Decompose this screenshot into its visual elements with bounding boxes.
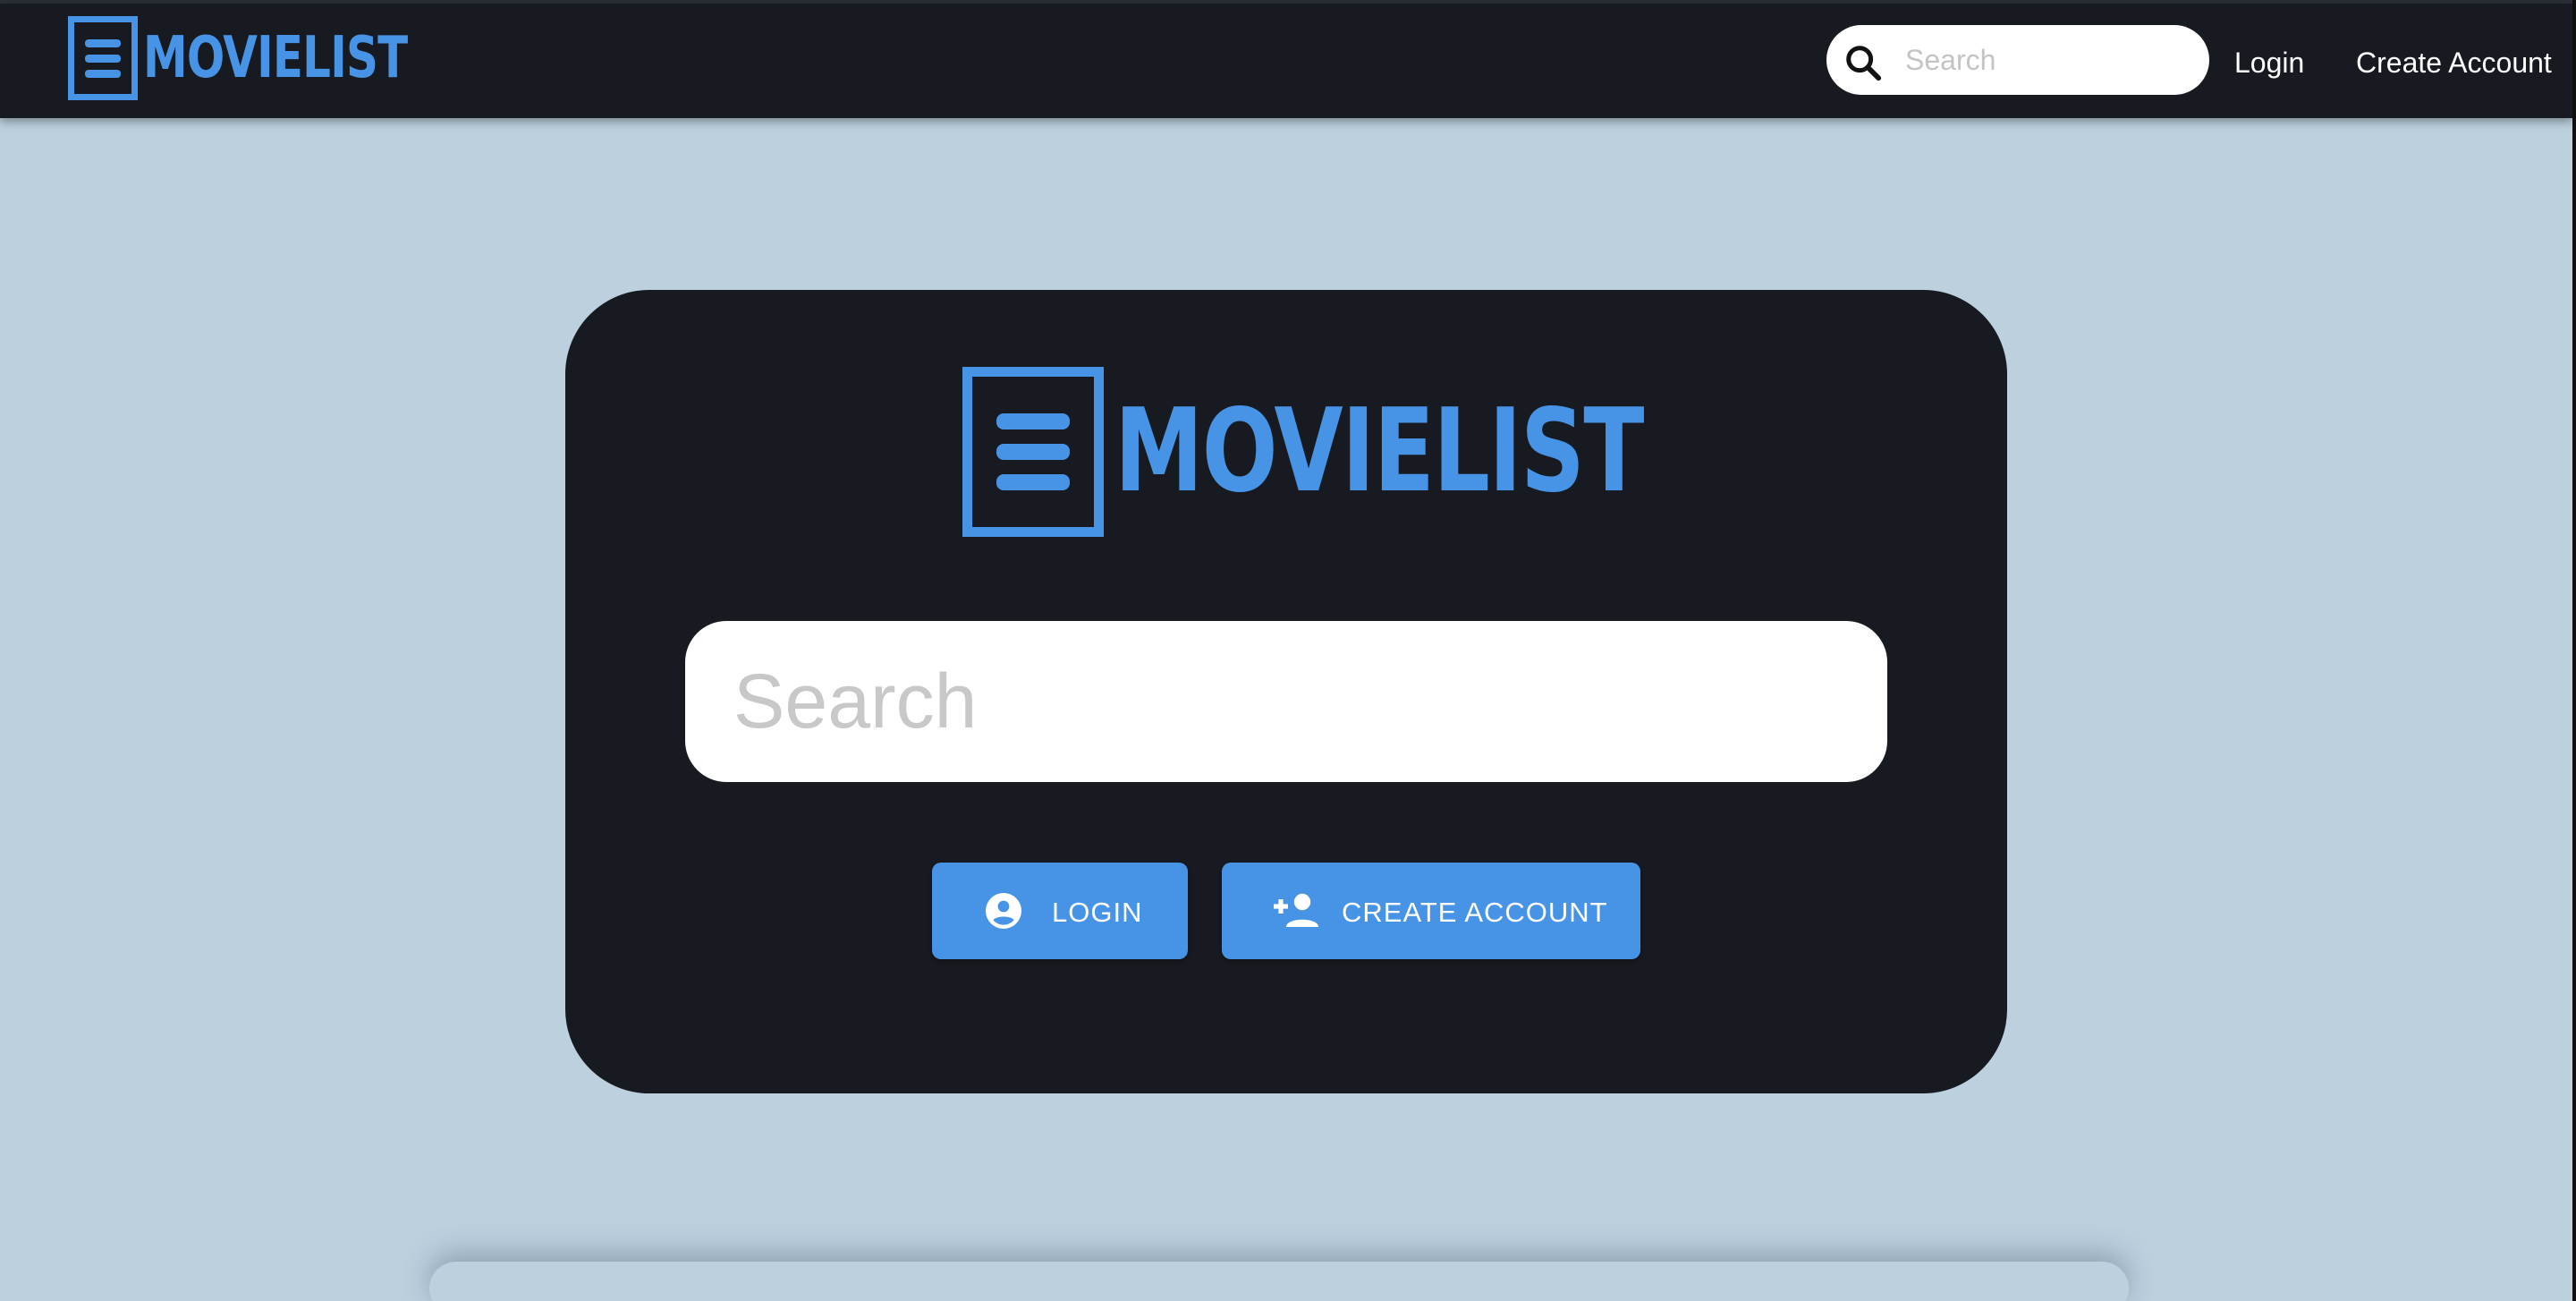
hero-card: MOVIELIST LOGIN CREATE ACCOUNT bbox=[565, 290, 2007, 1093]
navbar-logo-text: MOVIELIST bbox=[143, 25, 408, 91]
login-button[interactable]: LOGIN bbox=[932, 863, 1188, 959]
hero-logo: MOVIELIST bbox=[962, 367, 1792, 537]
list-box-icon bbox=[68, 16, 138, 100]
search-icon[interactable] bbox=[1843, 42, 1884, 83]
hero-search-box bbox=[685, 621, 1887, 782]
navbar-search-input[interactable] bbox=[1905, 38, 2191, 82]
next-section-edge bbox=[429, 1262, 2129, 1301]
hero-search-input[interactable] bbox=[733, 657, 1843, 746]
create-account-button-label: CREATE ACCOUNT bbox=[1342, 897, 1608, 928]
navbar-login-link[interactable]: Login bbox=[2234, 47, 2304, 80]
navbar-search-box bbox=[1826, 25, 2209, 95]
top-navbar: MOVIELIST Login Create Account bbox=[0, 4, 2572, 118]
account-circle-icon bbox=[986, 893, 1021, 929]
list-box-icon bbox=[962, 367, 1104, 537]
navbar-create-account-link[interactable]: Create Account bbox=[2356, 47, 2552, 80]
person-add-icon bbox=[1274, 893, 1318, 927]
hero-logo-text: MOVIELIST bbox=[1114, 385, 1644, 518]
create-account-button[interactable]: CREATE ACCOUNT bbox=[1222, 863, 1640, 959]
login-button-label: LOGIN bbox=[1052, 897, 1143, 928]
window-right-border bbox=[2572, 0, 2576, 1301]
navbar-logo[interactable]: MOVIELIST bbox=[68, 16, 482, 100]
